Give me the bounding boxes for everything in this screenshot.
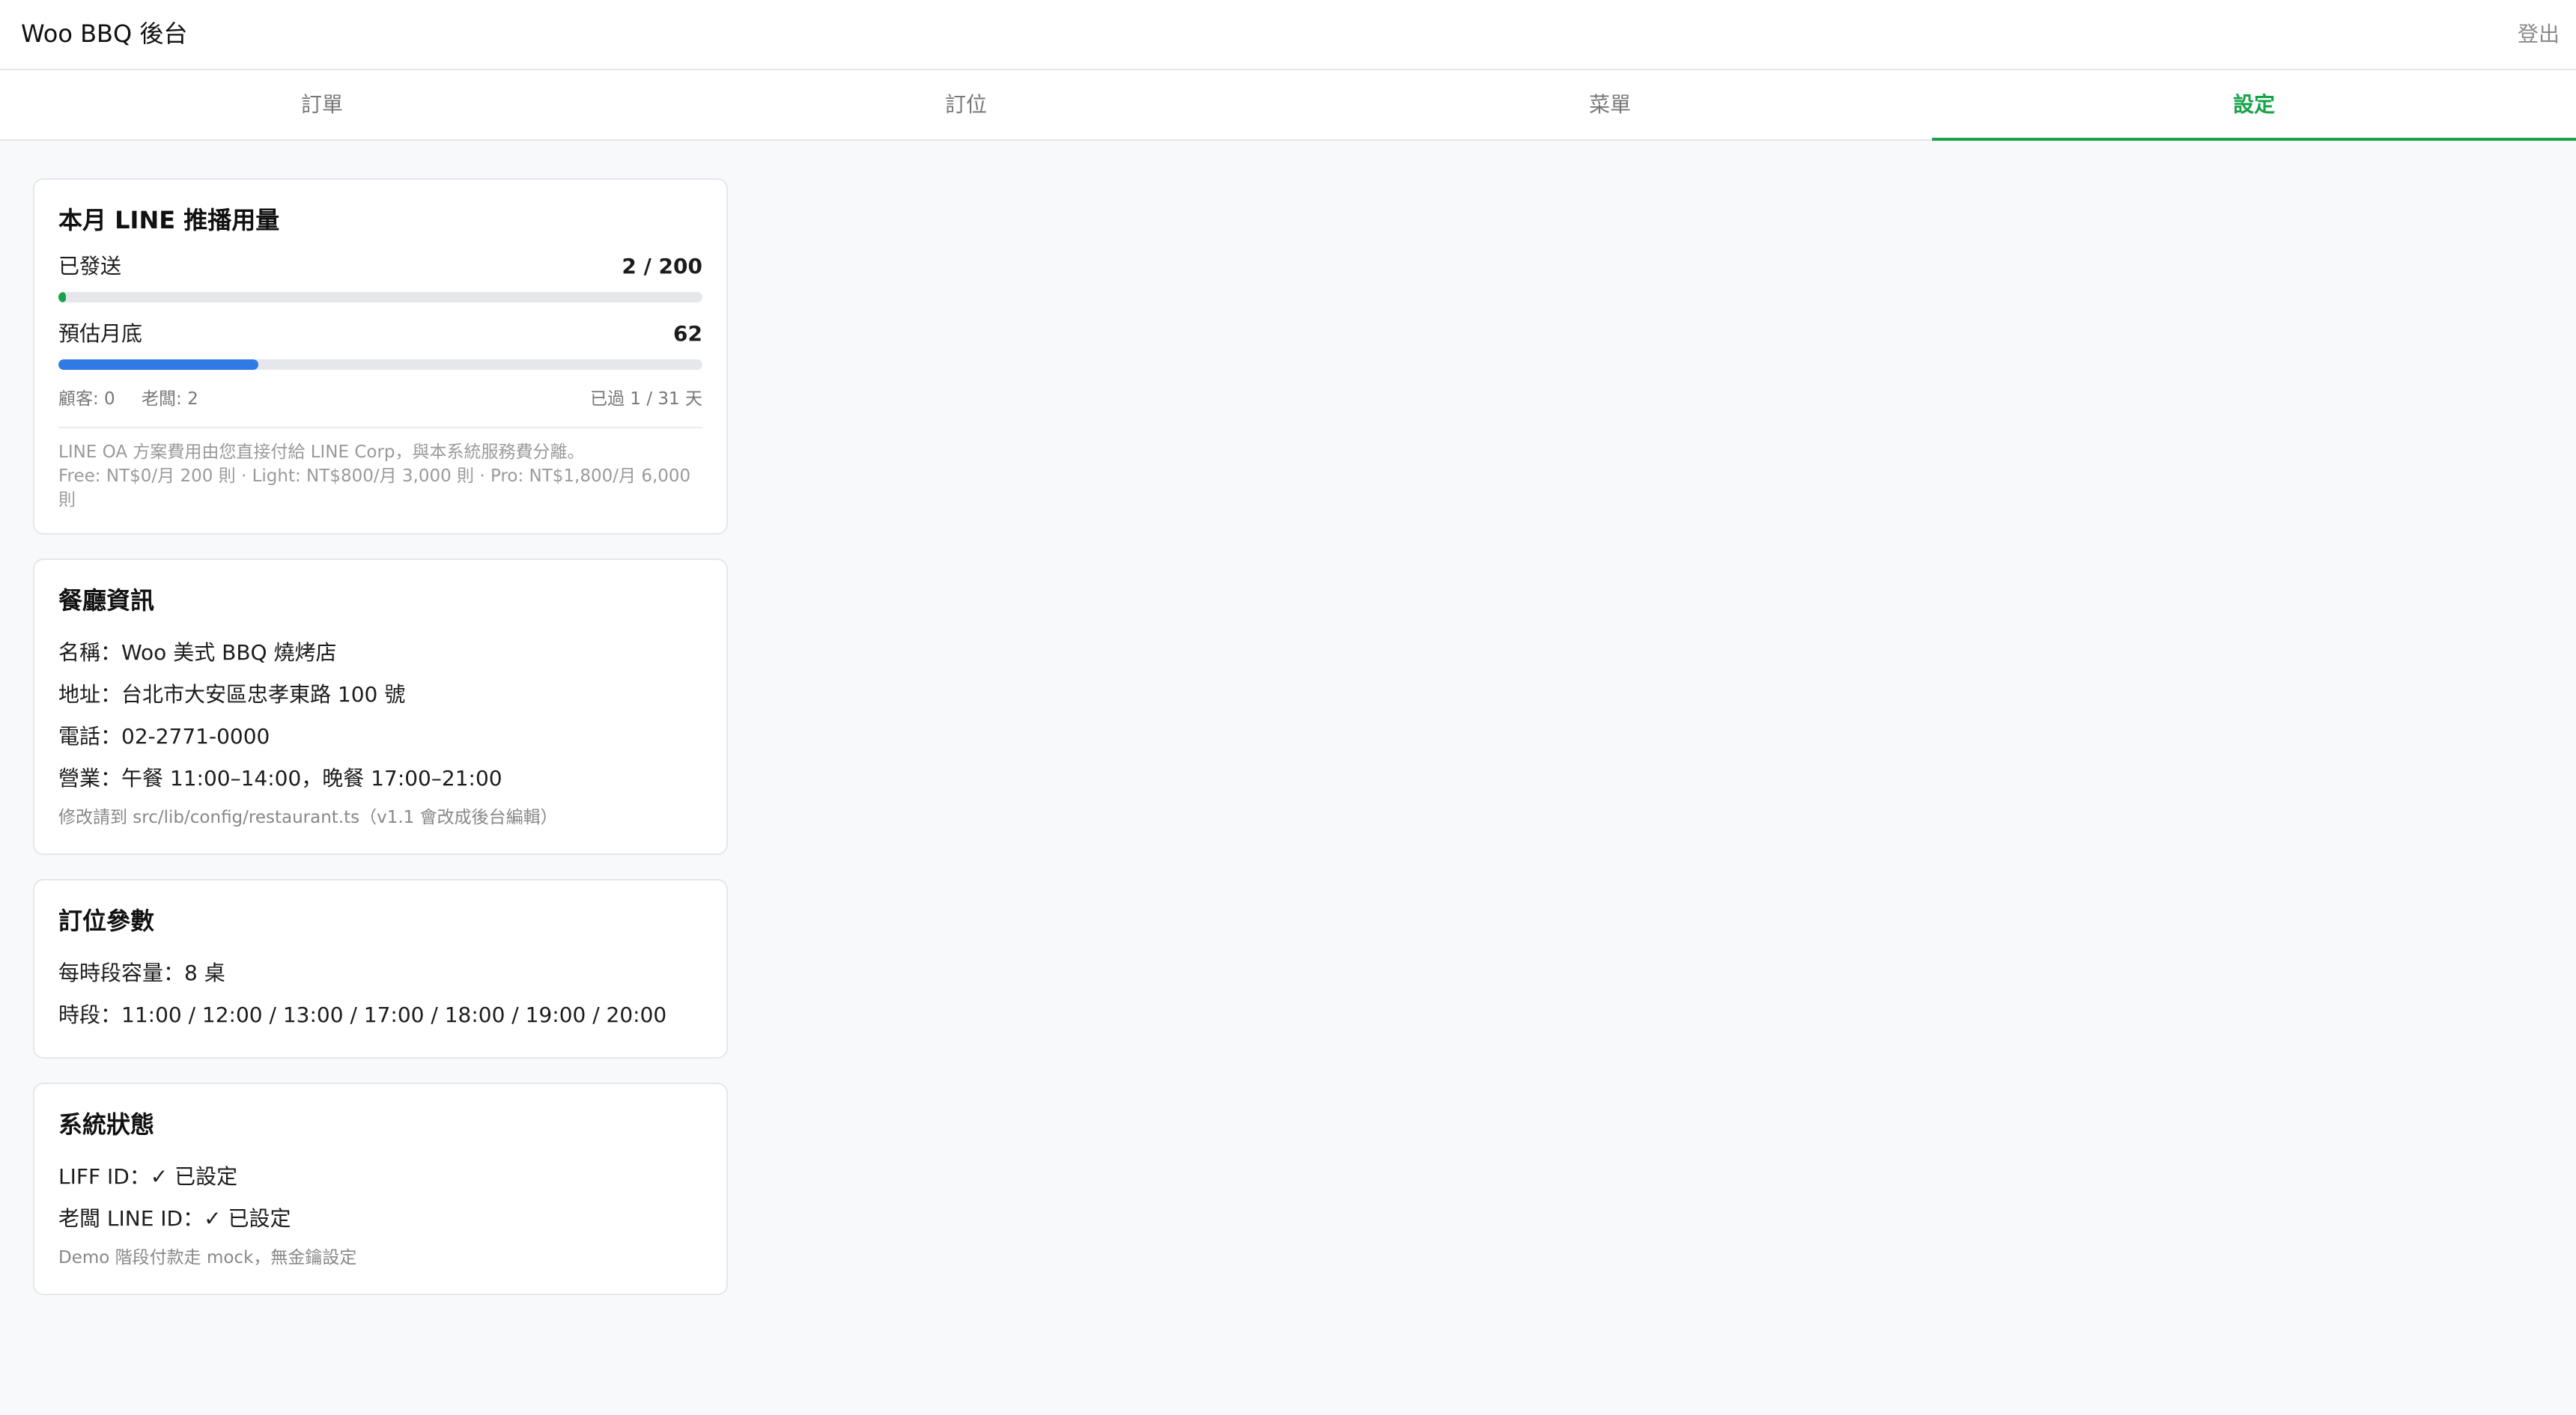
sent-label: 已發送 [58, 254, 122, 279]
forecast-progress-bar [58, 359, 702, 370]
days-elapsed: 已過 1 / 31 天 [590, 389, 702, 409]
restaurant-info-title: 餐廳資訊 [58, 586, 155, 615]
forecast-progress-fill [58, 359, 258, 370]
reservation-params-title: 訂位參數 [58, 907, 155, 935]
sent-value: 2 / 200 [622, 254, 702, 279]
restaurant-hours: 營業：午餐 11:00–14:00，晚餐 17:00–21:00 [58, 766, 502, 791]
restaurant-name: 名稱：Woo 美式 BBQ 燒烤店 [58, 640, 337, 665]
system-status-card: 系統狀態 LIFF ID：✓ 已設定 老闆 LINE ID：✓ 已設定 Demo… [33, 1083, 728, 1295]
liff-id-status: LIFF ID：✓ 已設定 [58, 1164, 238, 1189]
forecast-label: 預估月底 [58, 321, 143, 346]
payment-mock-note: Demo 階段付款走 mock，無金鑰設定 [58, 1248, 357, 1268]
top-bar: Woo BBQ 後台 登出 [0, 0, 2576, 70]
restaurant-address: 地址：台北市大安區忠孝東路 100 號 [58, 682, 406, 707]
restaurant-config-note: 修改請到 src/lib/config/restaurant.ts（v1.1 會… [58, 808, 558, 827]
restaurant-phone: 電話：02-2771-0000 [58, 724, 270, 749]
slot-capacity: 每時段容量：8 桌 [58, 961, 225, 985]
settings-content: 本月 LINE 推播用量 已發送 2 / 200 預估月底 62 顧客: 0 老… [33, 178, 728, 1319]
line-usage-title: 本月 LINE 推播用量 [58, 206, 280, 234]
restaurant-info-card: 餐廳資訊 名稱：Woo 美式 BBQ 燒烤店 地址：台北市大安區忠孝東路 100… [33, 559, 728, 855]
tab-settings[interactable]: 設定 [1932, 70, 2576, 141]
app-title: Woo BBQ 後台 [21, 19, 188, 48]
plan-note-line2: Free: NT$0/月 200 則 · Light: NT$800/月 3,0… [58, 466, 691, 510]
forecast-row: 預估月底 62 [58, 319, 702, 349]
tab-menu[interactable]: 菜單 [1288, 70, 1932, 139]
tab-orders[interactable]: 訂單 [0, 70, 644, 139]
usage-meta-row: 顧客: 0 老闆: 2 已過 1 / 31 天 [58, 386, 702, 428]
system-status-title: 系統狀態 [58, 1110, 155, 1139]
tab-bar: 訂單 訂位 菜單 設定 [0, 70, 2576, 141]
plan-note-line1: LINE OA 方案費用由您直接付給 LINE Corp，與本系統服務費分離。 [58, 442, 585, 462]
logout-button[interactable]: 登出 [2518, 18, 2560, 51]
owner-count: 老闆: 2 [142, 389, 198, 409]
reservation-params-card: 訂位參數 每時段容量：8 桌 時段：11:00 / 12:00 / 13:00 … [33, 879, 728, 1059]
line-usage-card: 本月 LINE 推播用量 已發送 2 / 200 預估月底 62 顧客: 0 老… [33, 178, 728, 535]
sent-row: 已發送 2 / 200 [58, 252, 702, 282]
sent-progress-fill [58, 292, 67, 302]
sent-progress-bar [58, 292, 702, 302]
owner-line-id-status: 老闆 LINE ID：✓ 已設定 [58, 1206, 291, 1231]
time-slots: 時段：11:00 / 12:00 / 13:00 / 17:00 / 18:00… [58, 1002, 667, 1027]
customers-count: 顧客: 0 [58, 389, 115, 409]
forecast-value: 62 [673, 321, 702, 346]
tab-reservations[interactable]: 訂位 [644, 70, 1288, 139]
